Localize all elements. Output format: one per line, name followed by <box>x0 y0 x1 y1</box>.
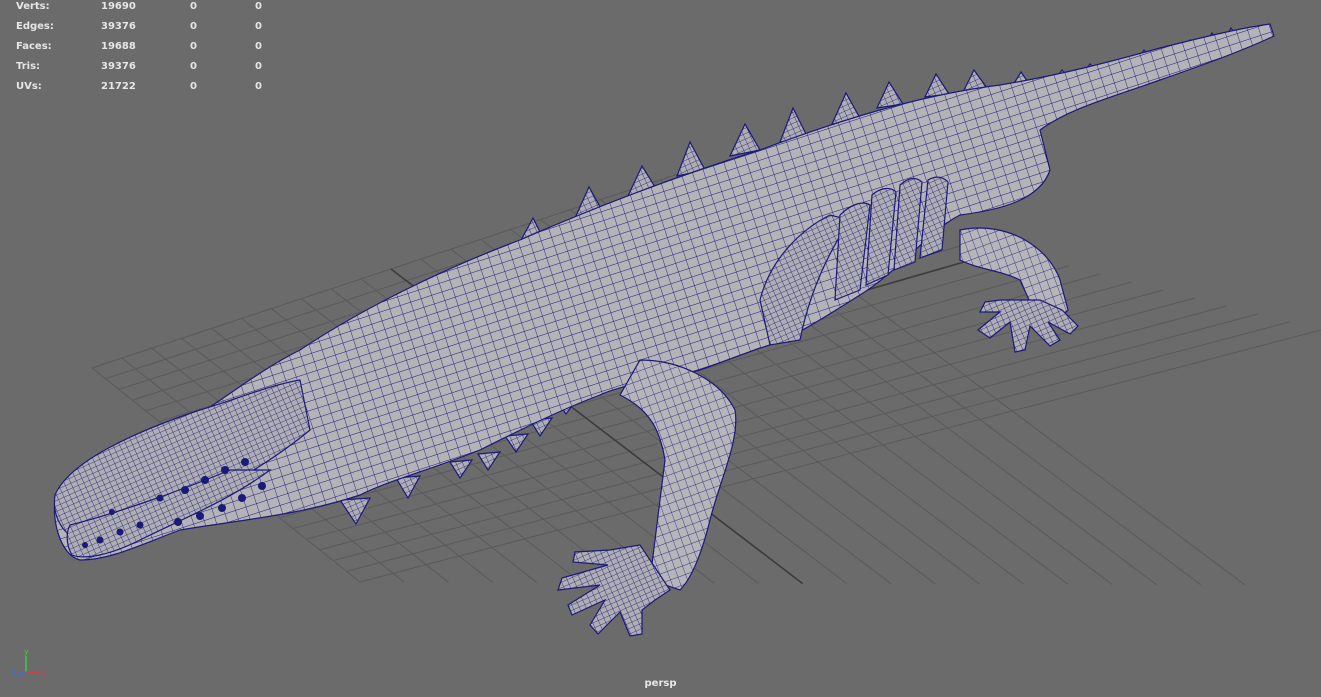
axis-x-label: x <box>41 668 46 677</box>
hud-stat-label: Edges: <box>16 21 54 32</box>
camera-name-label: persp <box>644 678 677 689</box>
viewport-persp[interactable]: Verts: 19690 0 0 Edges: 39376 0 0 Faces: 19688 0 0 T… <box>0 0 1321 697</box>
hud-selected-count: 0 <box>190 1 197 12</box>
hud-row: Faces: 19688 0 0 <box>0 40 280 60</box>
hud-component-count: 0 <box>255 41 262 52</box>
hud-total-count: 21722 <box>101 81 136 92</box>
hud-stat-label: UVs: <box>16 81 42 92</box>
hud-stat-label: Verts: <box>16 1 50 12</box>
axis-y-label: y <box>24 647 29 656</box>
hud-row: Verts: 19690 0 0 <box>0 0 280 20</box>
creature-mesh[interactable] <box>53 23 1275 637</box>
hud-component-count: 0 <box>255 81 262 92</box>
hud-total-count: 19688 <box>101 41 136 52</box>
hud-stat-label: Faces: <box>16 41 52 52</box>
hud-selected-count: 0 <box>190 61 197 72</box>
viewport-scene[interactable] <box>0 0 1321 697</box>
hud-component-count: 0 <box>255 61 262 72</box>
xyz-axis-icon: y x z <box>12 647 46 677</box>
hud-selected-count: 0 <box>190 81 197 92</box>
axis-z-label: z <box>12 668 16 677</box>
hud-row: Edges: 39376 0 0 <box>0 20 280 40</box>
hud-component-count: 0 <box>255 21 262 32</box>
hud-row: UVs: 21722 0 0 <box>0 80 280 100</box>
hud-selected-count: 0 <box>190 41 197 52</box>
hud-component-count: 0 <box>255 1 262 12</box>
hud-row: Tris: 39376 0 0 <box>0 60 280 80</box>
hud-total-count: 19690 <box>101 1 136 12</box>
poly-count-hud: Verts: 19690 0 0 Edges: 39376 0 0 Faces: 19688 0 0 T… <box>0 0 280 100</box>
hud-total-count: 39376 <box>101 21 136 32</box>
hud-stat-label: Tris: <box>16 61 41 72</box>
hud-selected-count: 0 <box>190 21 197 32</box>
hud-total-count: 39376 <box>101 61 136 72</box>
